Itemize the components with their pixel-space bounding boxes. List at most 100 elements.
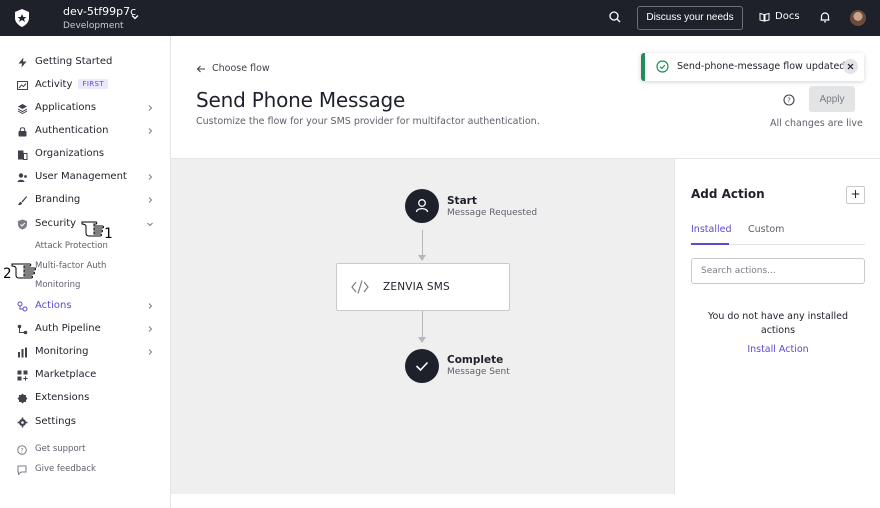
- complete-node-title: Complete: [447, 354, 504, 366]
- zenvia-sms-action[interactable]: ZENVIA SMS: [336, 263, 510, 311]
- bolt-icon: [18, 57, 27, 68]
- complete-node[interactable]: [405, 349, 439, 383]
- sidebar-item-organizations[interactable]: Organizations: [0, 143, 170, 165]
- tab-installed[interactable]: Installed: [691, 224, 731, 235]
- sidebar-item-getting-started[interactable]: Getting Started: [0, 51, 170, 73]
- sidebar-item-label: Monitoring: [35, 346, 89, 357]
- sidebar-item-marketplace[interactable]: Marketplace: [0, 364, 170, 386]
- tab-custom[interactable]: Custom: [748, 224, 784, 235]
- success-toast: Send-phone-message flow updated: [641, 53, 864, 81]
- help-circle-icon[interactable]: ?: [783, 94, 795, 106]
- layers-icon: [17, 104, 28, 114]
- sidebar-item-label: Security: [35, 218, 77, 229]
- sidebar-item-activity[interactable]: Activity FIRST: [0, 74, 170, 96]
- install-action-link[interactable]: Install Action: [691, 344, 865, 355]
- docs-label: Docs: [775, 11, 800, 22]
- get-support-link[interactable]: ? Get support: [0, 441, 170, 459]
- sidebar-item-security[interactable]: Security: [0, 213, 170, 235]
- grid-plus-icon: [17, 370, 28, 381]
- sidebar-item-label: User Management: [35, 171, 127, 182]
- chevron-right-icon: [148, 174, 153, 180]
- start-node-title: Start: [447, 195, 477, 207]
- shield-icon: [18, 219, 27, 230]
- choose-flow-link[interactable]: Choose flow: [196, 63, 270, 74]
- chevron-right-icon: [148, 128, 153, 134]
- svg-text:?: ?: [787, 97, 791, 105]
- sidebar-item-label: Applications: [35, 102, 97, 113]
- pipeline-icon: [17, 324, 28, 335]
- users-icon: [17, 173, 27, 182]
- check-circle-icon: [656, 60, 669, 73]
- discuss-needs-button[interactable]: Discuss your needs: [637, 6, 743, 30]
- sidebar-subitem-multi-factor-auth[interactable]: Multi-factor Auth: [35, 261, 106, 271]
- choose-flow-label: Choose flow: [212, 63, 270, 74]
- sidebar-item-label: Extensions: [35, 392, 90, 403]
- active-tab-indicator: [691, 243, 729, 245]
- sidebar-item-label: Auth Pipeline: [35, 323, 101, 334]
- get-support-label: Get support: [35, 444, 86, 454]
- search-actions-input[interactable]: [691, 258, 865, 284]
- chevron-down-icon: [147, 222, 153, 227]
- chevron-right-icon: [148, 105, 153, 111]
- sidebar-subitem-monitoring[interactable]: Monitoring: [35, 280, 80, 290]
- changes-status: All changes are live: [770, 118, 863, 129]
- sidebar-subitem-attack-protection[interactable]: Attack Protection: [35, 241, 108, 251]
- chevron-right-icon: [148, 197, 153, 203]
- toast-message: Send-phone-message flow updated: [677, 61, 846, 72]
- page-title: Send Phone Message: [196, 88, 406, 112]
- docs-link[interactable]: Docs: [759, 11, 800, 22]
- panel-title: Add Action: [691, 187, 765, 201]
- code-icon: [351, 280, 369, 294]
- add-action-button[interactable]: +: [846, 186, 865, 204]
- sidebar-item-settings[interactable]: Settings: [0, 411, 170, 433]
- first-badge: FIRST: [78, 79, 109, 89]
- start-node-subtitle: Message Requested: [447, 208, 538, 218]
- sidebar-item-label: Settings: [35, 416, 77, 427]
- chevron-right-icon: [148, 303, 153, 309]
- apply-button[interactable]: Apply: [809, 86, 855, 112]
- chevron-right-icon: [148, 326, 153, 332]
- action-name: ZENVIA SMS: [383, 281, 450, 293]
- tenant-switcher[interactable]: dev-5tf99p7c Development: [63, 5, 136, 32]
- sidebar-item-auth-pipeline[interactable]: Auth Pipeline: [0, 318, 170, 340]
- sidebar-item-monitoring[interactable]: Monitoring: [0, 341, 170, 363]
- page-subtitle: Customize the flow for your SMS provider…: [196, 116, 540, 127]
- chevron-right-icon: [148, 349, 153, 355]
- flow-connector: [422, 311, 423, 339]
- bar-chart-icon: [18, 347, 27, 358]
- give-feedback-link[interactable]: Give feedback: [0, 461, 170, 479]
- arrow-left-icon: [196, 65, 205, 72]
- book-icon: [759, 12, 770, 22]
- chevron-down-icon[interactable]: [130, 12, 140, 22]
- sidebar-item-label: Marketplace: [35, 369, 97, 380]
- start-node[interactable]: [405, 189, 439, 223]
- sidebar-item-branding[interactable]: Branding: [0, 189, 170, 211]
- check-icon: [415, 361, 429, 372]
- sidebar-item-actions[interactable]: Actions: [0, 295, 170, 317]
- complete-node-subtitle: Message Sent: [447, 367, 510, 377]
- brush-icon: [18, 196, 27, 206]
- sidebar-item-user-management[interactable]: User Management: [0, 166, 170, 188]
- sidebar-item-authentication[interactable]: Authentication: [0, 120, 170, 142]
- flow-canvas[interactable]: Start Message Requested ZENVIA SMS Compl…: [171, 158, 674, 494]
- bell-icon[interactable]: [818, 10, 832, 24]
- sidebar-item-label: Activity: [35, 79, 73, 90]
- sidebar-item-applications[interactable]: Applications: [0, 97, 170, 119]
- auth0-logo-icon[interactable]: [12, 8, 32, 28]
- user-avatar[interactable]: [850, 10, 866, 26]
- main-content: Choose flow Send Phone Message Customize…: [171, 36, 880, 508]
- close-icon[interactable]: [843, 59, 858, 74]
- search-icon[interactable]: [608, 10, 622, 24]
- user-icon: [415, 199, 429, 213]
- empty-state-text: You do not have any installed actions: [708, 311, 848, 336]
- gear-icon: [17, 417, 28, 428]
- sidebar-item-label: Actions: [35, 300, 72, 311]
- sidebar: Getting Started Activity FIRST Applicatio…: [0, 36, 171, 508]
- svg-text:?: ?: [20, 447, 23, 454]
- building-icon: [18, 150, 28, 160]
- arrow-down-icon: [418, 337, 426, 343]
- lock-icon: [18, 127, 27, 137]
- flow-connector: [422, 230, 423, 257]
- sidebar-item-extensions[interactable]: Extensions: [0, 387, 170, 409]
- tenant-environment: Development: [63, 21, 124, 31]
